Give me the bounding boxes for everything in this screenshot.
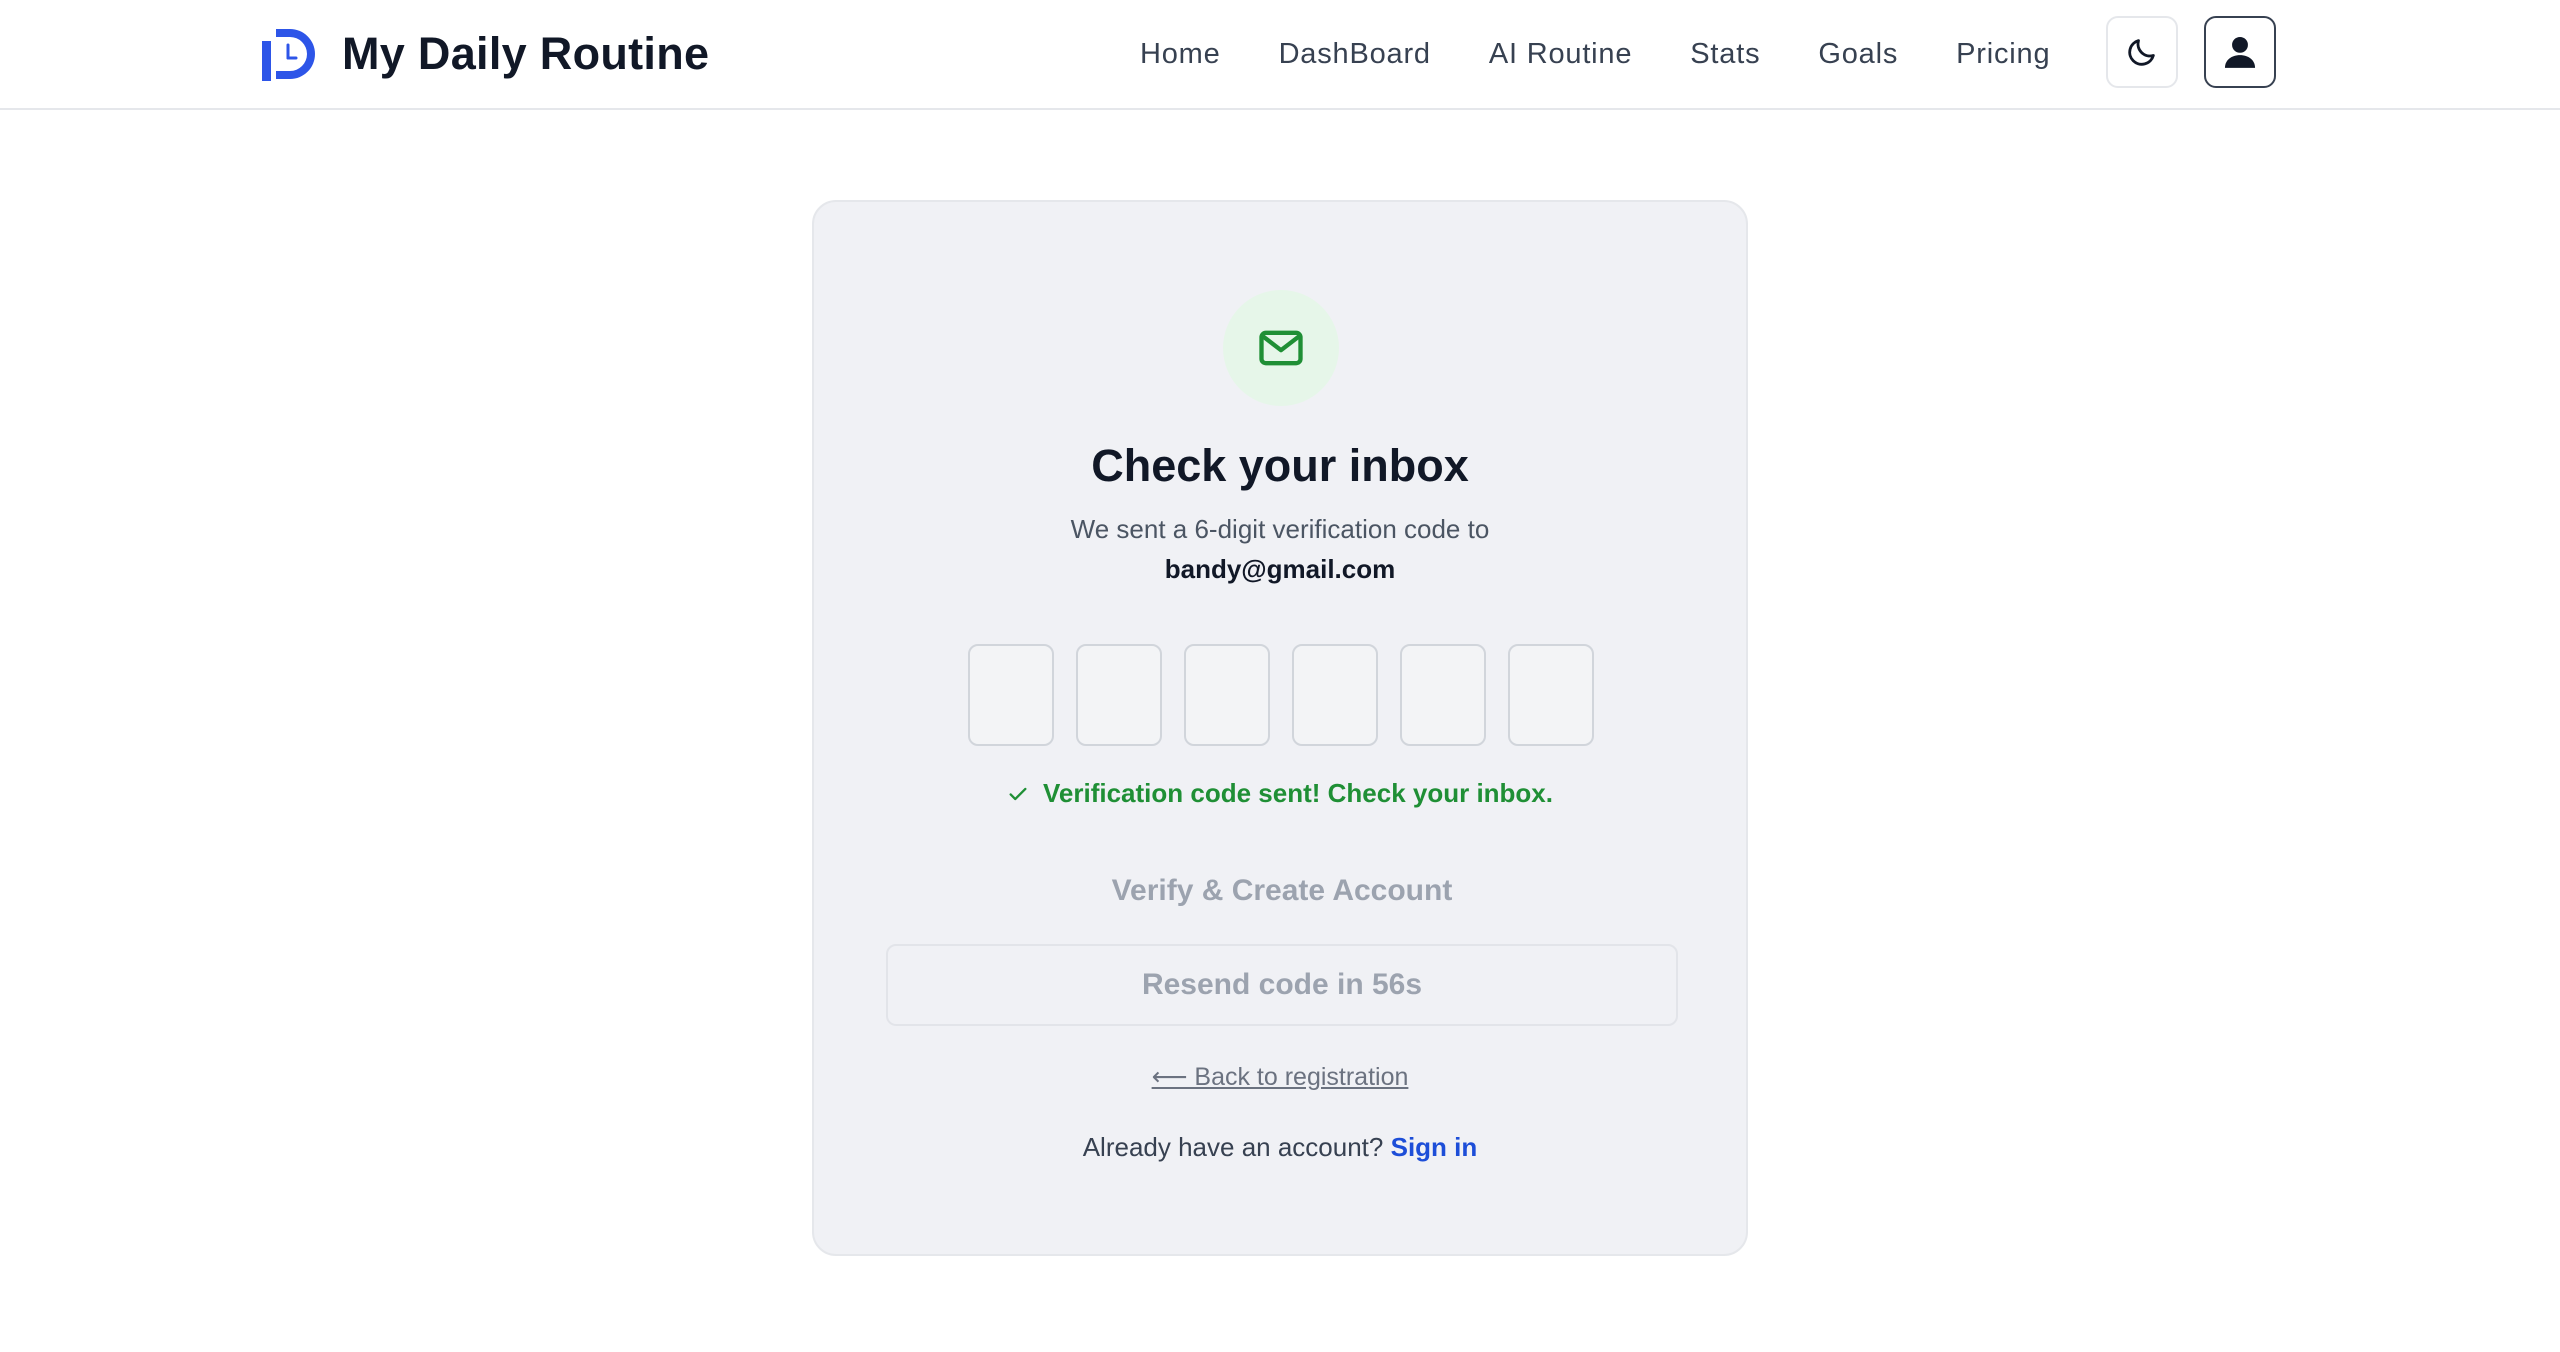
back-to-registration-link[interactable]: ⟵ Back to registration <box>814 1062 1746 1092</box>
theme-toggle-button[interactable] <box>2106 16 2178 88</box>
code-digit-2[interactable] <box>1076 644 1162 746</box>
code-digit-6[interactable] <box>1508 644 1594 746</box>
code-digit-1[interactable] <box>968 644 1054 746</box>
code-digit-5[interactable] <box>1400 644 1486 746</box>
moon-icon <box>2128 39 2155 66</box>
nav-goals[interactable]: Goals <box>1818 38 1898 71</box>
signin-prompt-row: Already have an account? Sign in <box>814 1132 1746 1163</box>
user-icon <box>2224 36 2256 68</box>
mail-icon <box>1259 330 1303 366</box>
verify-create-account-button[interactable]: Verify & Create Account <box>886 856 1678 926</box>
mail-icon-badge <box>1223 290 1339 406</box>
logo-icon <box>262 29 315 81</box>
nav-dashboard[interactable]: DashBoard <box>1279 38 1431 71</box>
nav-home[interactable]: Home <box>1140 38 1221 71</box>
success-message: Verification code sent! Check your inbox… <box>814 778 1746 809</box>
signin-link[interactable]: Sign in <box>1391 1132 1478 1162</box>
signin-prompt: Already have an account? <box>1082 1132 1384 1162</box>
top-navbar: My Daily Routine Home DashBoard AI Routi… <box>0 0 2560 110</box>
code-input-group <box>968 644 1594 746</box>
nav-ai-routine[interactable]: AI Routine <box>1489 38 1632 71</box>
subtitle: We sent a 6-digit verification code to <box>1070 514 1490 544</box>
code-digit-4[interactable] <box>1292 644 1378 746</box>
code-digit-3[interactable] <box>1184 644 1270 746</box>
nav-pricing[interactable]: Pricing <box>1956 38 2050 71</box>
resend-code-button[interactable]: Resend code in 56s <box>886 944 1678 1026</box>
brand-name: My Daily Routine <box>342 28 710 79</box>
nav-stats[interactable]: Stats <box>1690 38 1760 71</box>
success-text: Verification code sent! Check your inbox… <box>1042 778 1553 808</box>
main-nav: Home DashBoard AI Routine Stats Goals Pr… <box>1140 30 2050 78</box>
check-icon <box>1007 783 1029 805</box>
recipient-email: bandy@gmail.com <box>1164 554 1396 584</box>
user-menu-button[interactable] <box>2204 16 2276 88</box>
page-title: Check your inbox <box>1091 440 1469 491</box>
brand[interactable]: My Daily Routine <box>260 22 709 86</box>
verification-card: Check your inbox We sent a 6-digit verif… <box>812 200 1748 1256</box>
